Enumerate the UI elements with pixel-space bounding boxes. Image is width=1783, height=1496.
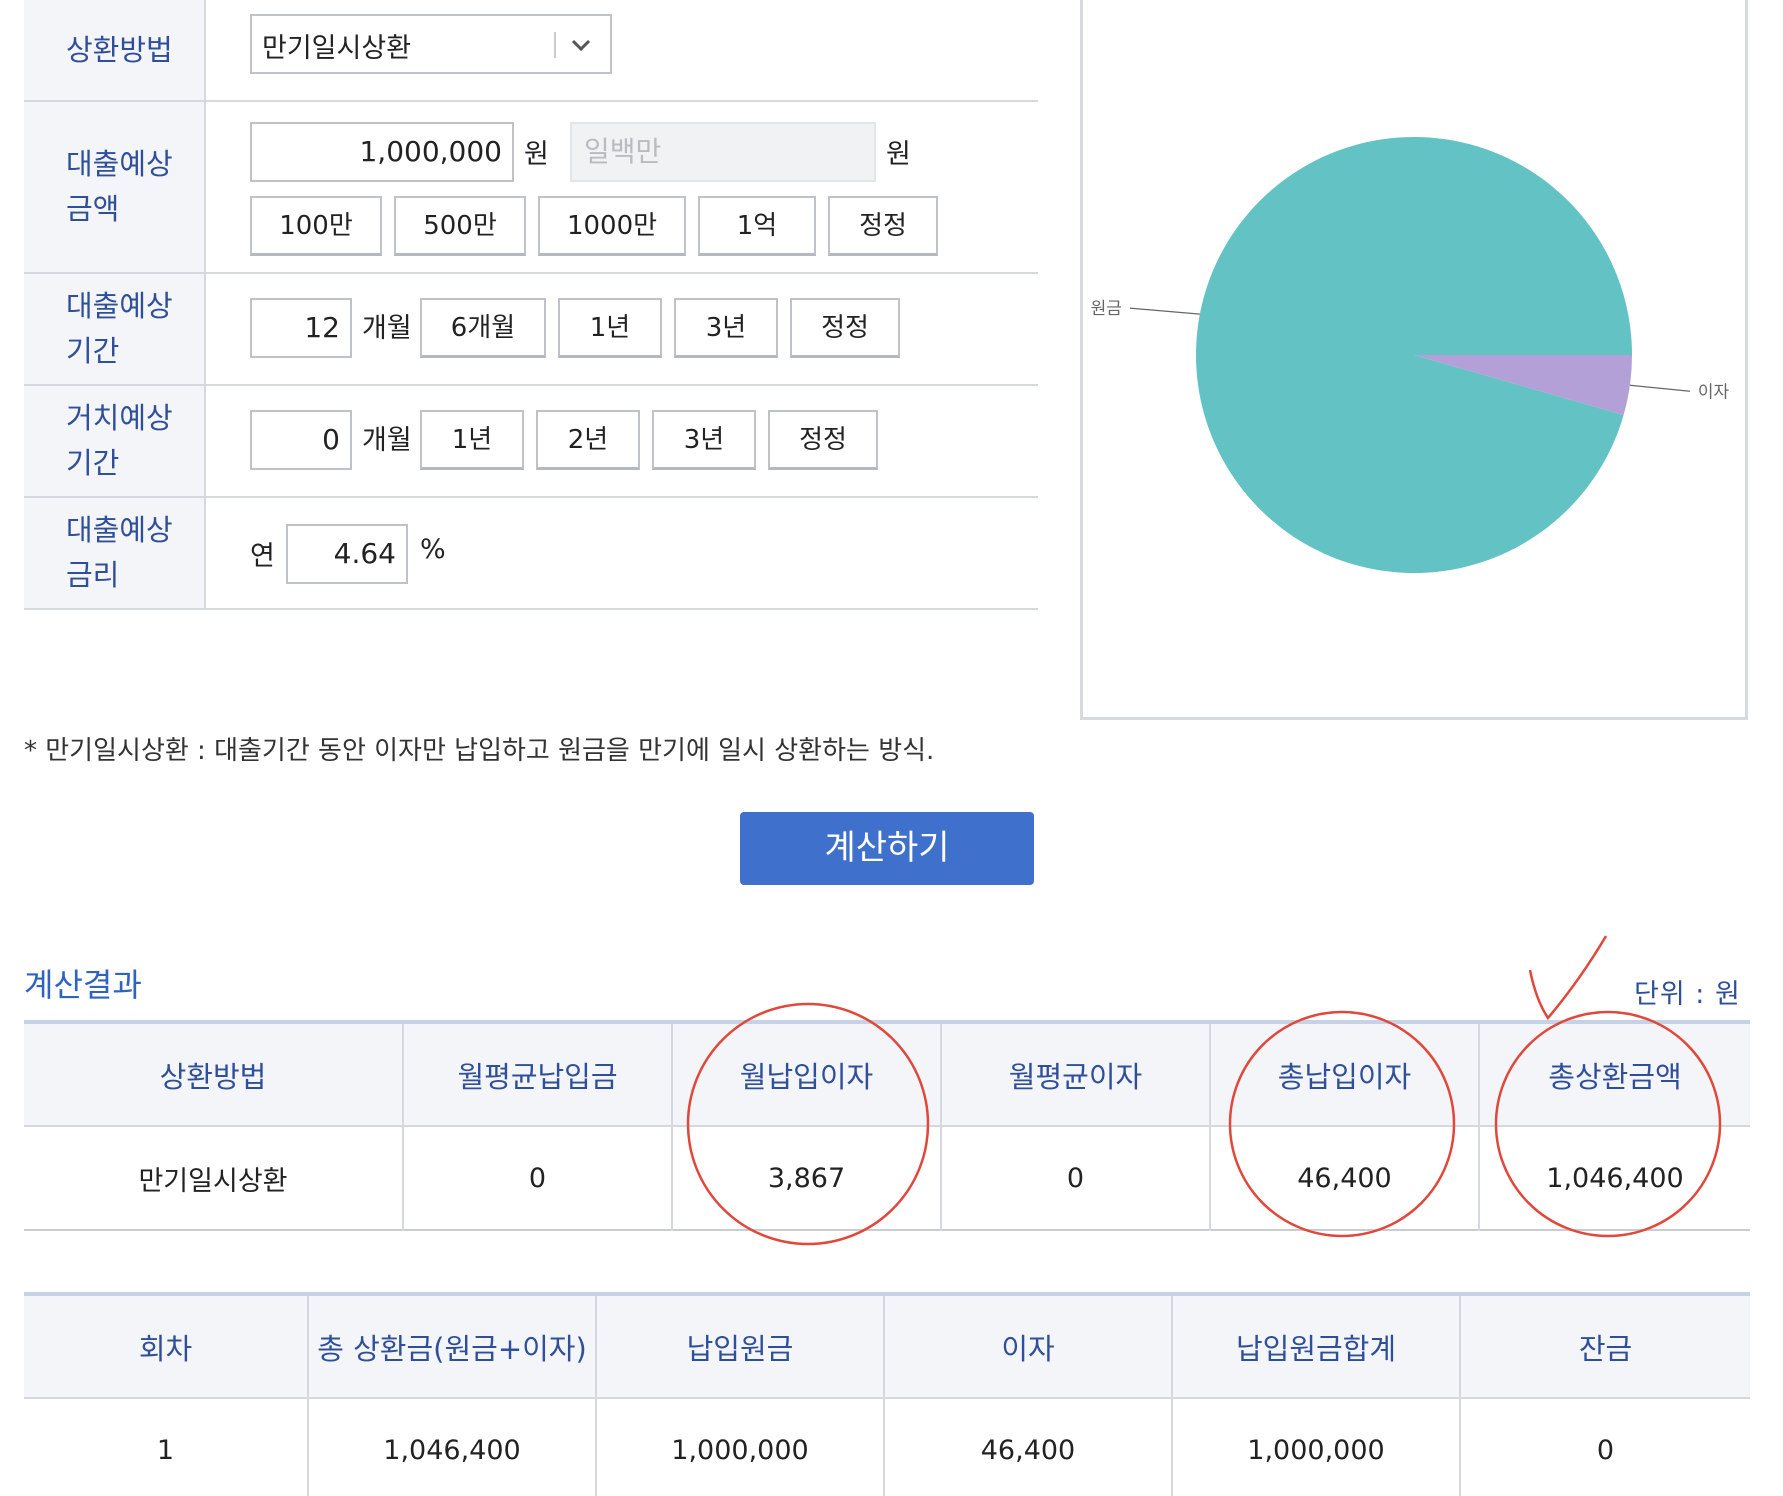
form-row-period: 대출예상 기간 12 개월 6개월 1년 3년 정정 xyxy=(24,274,1038,386)
chevron-down-icon xyxy=(571,39,591,52)
schedule-cell: 46,400 xyxy=(884,1398,1173,1496)
summary-header-row: 상환방법 월평균납입금 월납입이자 월평균이자 총납입이자 총상환금액 xyxy=(24,1022,1750,1127)
pie-chart: 원금이자 xyxy=(1091,137,1730,574)
schedule-header: 납입원금합계 xyxy=(1172,1294,1461,1399)
period-button-reset[interactable]: 정정 xyxy=(790,298,900,358)
loan-form: 상환방법 만기일시상환 대출예상 금액 1,000,000 원 일백만 원 10… xyxy=(24,0,1038,610)
summary-value-row: 만기일시상환 0 3,867 0 46,400 1,046,400 xyxy=(24,1126,1750,1230)
grace-unit: 개월 xyxy=(362,425,412,456)
pie-label-interest: 이자 xyxy=(1698,382,1730,402)
schedule-cell: 1 xyxy=(24,1398,309,1496)
summary-header: 월평균이자 xyxy=(941,1022,1211,1127)
rate-input[interactable]: 4.64 xyxy=(286,524,408,584)
period-unit: 개월 xyxy=(362,313,412,344)
schedule-cell: 1,046,400 xyxy=(308,1398,597,1496)
rate-label: 대출예상 금리 xyxy=(24,498,206,608)
summary-header: 상환방법 xyxy=(24,1022,404,1127)
select-separator xyxy=(554,32,556,58)
summary-table: 상환방법 월평균납입금 월납입이자 월평균이자 총납입이자 총상환금액 만기일시… xyxy=(24,1020,1750,1231)
summary-cell: 0 xyxy=(403,1126,673,1230)
schedule-header: 총 상환금(원금+이자) xyxy=(308,1294,597,1399)
rate-prefix: 연 xyxy=(250,541,275,572)
rate-unit: % xyxy=(420,534,446,565)
amount-button-reset[interactable]: 정정 xyxy=(828,196,938,256)
summary-cell: 3,867 xyxy=(672,1126,942,1230)
summary-cell: 0 xyxy=(941,1126,1211,1230)
period-label: 대출예상 기간 xyxy=(24,274,206,384)
schedule-header: 회차 xyxy=(24,1294,309,1399)
amount-button-1000man[interactable]: 1000만 xyxy=(538,196,686,256)
grace-input[interactable]: 0 xyxy=(250,410,352,470)
method-cell: 만기일시상환 xyxy=(206,0,1038,100)
amount-label-line1: 대출예상 xyxy=(66,147,173,181)
period-button-1year[interactable]: 1년 xyxy=(558,298,662,358)
amount-button-100man[interactable]: 100만 xyxy=(250,196,382,256)
pie-leader-line xyxy=(1629,384,1690,392)
method-select[interactable]: 만기일시상환 xyxy=(250,14,612,74)
amount-unit: 원 xyxy=(524,139,549,170)
schedule-table: 회차 총 상환금(원금+이자) 납입원금 이자 납입원금합계 잔금 1 1,04… xyxy=(24,1292,1750,1496)
schedule-cell: 1,000,000 xyxy=(1172,1398,1461,1496)
form-row-rate: 대출예상 금리 연 4.64 % xyxy=(24,498,1038,610)
grace-button-2years[interactable]: 2년 xyxy=(536,410,640,470)
amount-cell: 1,000,000 원 일백만 원 100만 500만 1000만 1억 정정 xyxy=(206,102,1038,272)
form-row-amount: 대출예상 금액 1,000,000 원 일백만 원 100만 500만 1000… xyxy=(24,102,1038,274)
summary-header: 월평균납입금 xyxy=(403,1022,673,1127)
summary-header: 총상환금액 xyxy=(1479,1022,1750,1127)
amount-button-500man[interactable]: 500만 xyxy=(394,196,526,256)
rate-cell: 연 4.64 % xyxy=(206,498,1038,608)
grace-cell: 0 개월 1년 2년 3년 정정 xyxy=(206,386,1038,496)
grace-label-line2: 기간 xyxy=(66,446,120,480)
grace-label-line1: 거치예상 xyxy=(66,401,173,435)
form-row-method: 상환방법 만기일시상환 xyxy=(24,0,1038,102)
chart-panel: 원금이자 xyxy=(1080,0,1748,720)
amount-label: 대출예상 금액 xyxy=(24,102,206,272)
period-button-3years[interactable]: 3년 xyxy=(674,298,778,358)
form-row-grace: 거치예상 기간 0 개월 1년 2년 3년 정정 xyxy=(24,386,1038,498)
unit-note: 단위 : 원 xyxy=(1634,979,1741,1010)
amount-korean-field: 일백만 xyxy=(570,122,876,182)
annotation-checkmark xyxy=(1528,935,1608,1021)
period-cell: 12 개월 6개월 1년 3년 정정 xyxy=(206,274,1038,384)
amount-input[interactable]: 1,000,000 xyxy=(250,122,514,182)
grace-button-3years[interactable]: 3년 xyxy=(652,410,756,470)
calculate-button[interactable]: 계산하기 xyxy=(740,812,1034,885)
period-button-6months[interactable]: 6개월 xyxy=(420,298,546,358)
summary-cell: 만기일시상환 xyxy=(24,1126,404,1230)
schedule-header: 이자 xyxy=(884,1294,1173,1399)
period-label-line2: 기간 xyxy=(66,334,120,368)
summary-cell: 46,400 xyxy=(1210,1126,1480,1230)
grace-button-reset[interactable]: 정정 xyxy=(768,410,878,470)
schedule-cell: 0 xyxy=(1596,1434,1615,1466)
grace-button-1year[interactable]: 1년 xyxy=(420,410,524,470)
grace-label: 거치예상 기간 xyxy=(24,386,206,496)
repayment-note: * 만기일시상환 : 대출기간 동안 이자만 납입하고 원금을 만기에 일시 상… xyxy=(24,736,935,766)
schedule-cell: 1,000,000 xyxy=(596,1398,885,1496)
rate-label-line2: 금리 xyxy=(66,558,120,592)
schedule-header: 납입원금 xyxy=(596,1294,885,1399)
period-label-line1: 대출예상 xyxy=(66,289,173,323)
method-label: 상환방법 xyxy=(24,0,206,100)
amount-button-1eok[interactable]: 1억 xyxy=(698,196,816,256)
pie-label-principal: 원금 xyxy=(1091,299,1122,319)
method-label-text: 상환방법 xyxy=(66,32,173,67)
result-title: 계산결과 xyxy=(24,966,142,1004)
summary-header: 총납입이자 xyxy=(1210,1022,1480,1127)
method-select-value: 만기일시상환 xyxy=(262,33,412,64)
period-input[interactable]: 12 xyxy=(250,298,352,358)
rate-label-line1: 대출예상 xyxy=(66,513,173,547)
summary-cell: 1,046,400 xyxy=(1546,1162,1684,1194)
amount-label-line2: 금액 xyxy=(66,192,120,226)
schedule-header: 잔금 xyxy=(1460,1294,1750,1399)
table-row: 1 1,046,400 1,000,000 46,400 1,000,000 0 xyxy=(24,1398,1750,1496)
schedule-header-row: 회차 총 상환금(원금+이자) 납입원금 이자 납입원금합계 잔금 xyxy=(24,1294,1750,1399)
pie-leader-line xyxy=(1129,307,1200,315)
summary-header: 월납입이자 xyxy=(672,1022,942,1127)
amount-korean-unit: 원 xyxy=(886,139,911,170)
